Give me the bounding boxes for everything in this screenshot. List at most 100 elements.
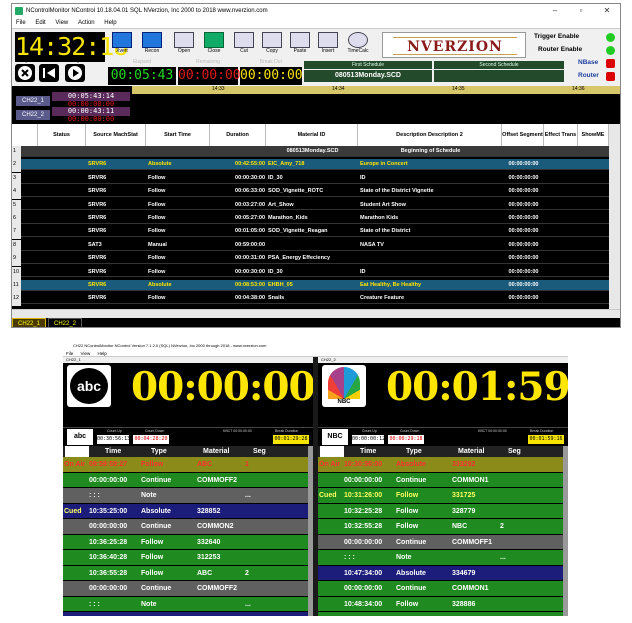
table-row[interactable]: 5 SRVR6 Follow 00:03:27:00 Art_Show Student A… <box>12 199 609 213</box>
playlist-row[interactable]: : : : Note... <box>318 550 563 566</box>
playlist-row[interactable]: 00:00:00:00 Continue COMMON1 <box>318 472 563 488</box>
minimize-button[interactable]: – <box>542 4 568 18</box>
playlist-row[interactable]: On Air 10:30:56:00 Absolute 333292 <box>318 457 563 473</box>
row-number: 5 <box>12 199 21 213</box>
cell-description: State of the District Vignette <box>360 188 434 195</box>
timeline-ruler: 14:33 14:34 14:35 14:36 <box>132 86 620 94</box>
menu-edit[interactable]: Edit <box>35 20 45 26</box>
vertical-scrollbar[interactable] <box>609 124 620 310</box>
table-row[interactable]: 6 SRVR6 Follow 00:05:27:00 Marathon_Kids Mara… <box>12 213 609 226</box>
cell-material-id: 080513Monday.SCD <box>286 148 339 154</box>
xvert-button[interactable]: Xvert <box>108 31 136 57</box>
second-schedule-value[interactable] <box>434 70 564 82</box>
close-window-button[interactable]: ✕ <box>594 4 620 18</box>
row-type: Follow <box>396 492 419 499</box>
col-offset[interactable]: Offset Segment <box>502 124 544 146</box>
playlist-row[interactable]: 00:00:00:00 Continue COMMOFF2 <box>63 581 308 597</box>
table-row[interactable]: 1 080513Monday.SCD Beginning of Schedule <box>12 146 609 159</box>
playlist-row[interactable]: 10:32:25:28 Follow 328779 <box>318 503 563 519</box>
playlist-row[interactable]: 10:36:55:28 Follow ABC 2 <box>63 565 308 581</box>
playlist-row[interactable]: On Air 09:59:59:27 Follow ABC 1 <box>63 457 308 473</box>
table-row[interactable]: 2 SRVR6 Absolute 00:42:55:00 EIC_Amy_718 Euro… <box>12 159 609 173</box>
playlist-row[interactable]: 00:00:00:00 Continue COMMOFF1 <box>318 534 563 550</box>
playlist-row[interactable]: 00:00:00:00 Continue COMMON1 <box>318 581 563 597</box>
bottom-menu-help[interactable]: Help <box>97 351 106 356</box>
cell-duration: 00:03:27:00 <box>235 201 265 208</box>
playlist-row[interactable]: 10:36:40:28 Follow 312253 <box>63 550 308 566</box>
table-row[interactable]: 3 SRVR6 Follow 00:00:30:00 ID_30 ID 00:00:00:0… <box>12 172 609 186</box>
timecalc-button[interactable]: TimeCalc <box>344 31 372 57</box>
timeline-channel-1[interactable]: CH22_1 <box>16 96 50 106</box>
playlist-row[interactable]: 10:49:04:00 Follow NBC 3 <box>318 612 563 616</box>
playlist-scrollbar[interactable] <box>308 446 313 616</box>
horizontal-scrollbar[interactable] <box>12 309 620 318</box>
first-schedule-label: First Schedule <box>304 61 432 69</box>
table-row[interactable]: 8 SAT3 Manual 00:59:00:00 NASA TV 00:00:00:00 <box>12 239 609 253</box>
nbc-logo: NBC <box>322 365 366 407</box>
copy-button[interactable]: Copy <box>258 31 286 57</box>
nbase-indicator <box>606 59 615 68</box>
playlist-row[interactable]: 10:46:14:00 Absolute 365515 <box>63 612 308 616</box>
playlist-row[interactable]: : : : Note... <box>63 488 308 504</box>
close-button[interactable]: Close <box>200 31 228 57</box>
cue-button[interactable] <box>39 64 59 82</box>
menu-action[interactable]: Action <box>78 20 95 26</box>
row-type: Follow <box>141 461 164 468</box>
first-schedule-value[interactable]: 080513Monday.SCD <box>304 70 432 82</box>
playlist-row[interactable]: : : : Note... <box>63 596 308 612</box>
col-source[interactable]: Source MachStat <box>86 124 146 146</box>
trigger-enable-indicator[interactable] <box>606 33 615 42</box>
cell-description: Creature Feature <box>360 295 405 302</box>
table-row[interactable]: 10 SRVR6 Follow 00:00:30:00 ID_30 ID 00:00:00:… <box>12 266 609 280</box>
open-button[interactable]: Open <box>170 31 198 57</box>
tab-ch22-2[interactable]: CH22_2 <box>48 318 82 327</box>
menu-bar: File Edit View Action Help <box>12 18 620 29</box>
col-effect[interactable]: Effect Trans <box>544 124 578 146</box>
stop-button[interactable] <box>15 64 35 82</box>
playlist-scrollbar[interactable] <box>563 446 568 616</box>
row-seg: ... <box>245 600 251 608</box>
tab-ch22-1[interactable]: CH22_1 <box>12 318 46 327</box>
row-number: 6 <box>12 213 21 226</box>
paste-button[interactable]: Paste <box>286 31 314 57</box>
row-time: 00:00:00:00 <box>89 585 128 592</box>
playlist-row[interactable]: 10:32:55:28 Follow NBC 2 <box>318 519 563 535</box>
playlist-row[interactable]: 10:36:25:28 Follow 332640 <box>63 534 308 550</box>
row-material: COMMOFF1 <box>452 538 493 546</box>
mini-nbc-logo: NBC <box>322 429 348 445</box>
playlist-row[interactable]: 10:48:34:00 Follow 328886 <box>318 596 563 612</box>
col-duration[interactable]: Duration <box>210 124 266 146</box>
insert-button[interactable]: Insert <box>314 31 342 57</box>
break-duration: 00:01:59:16 <box>528 435 564 444</box>
router-enable-indicator[interactable] <box>606 46 615 55</box>
cut-button[interactable]: Cut <box>230 31 258 57</box>
playlist-row[interactable]: 00:00:00:00 Continue COMMON2 <box>63 519 308 535</box>
playlist-row[interactable]: 00:00:00:00 Continue COMMOFF2 <box>63 472 308 488</box>
col-status[interactable]: Status <box>38 124 86 146</box>
col-showme[interactable]: ShowME <box>578 124 609 146</box>
row-status: On Air <box>64 461 86 468</box>
cell-duration: 00:42:55:00 <box>235 161 265 168</box>
play-button[interactable] <box>65 64 85 82</box>
col-description[interactable]: Description Description 2 <box>358 124 502 146</box>
menu-help[interactable]: Help <box>104 20 116 26</box>
table-row[interactable]: 11 SRVR6 Absolute 00:08:53:00 EHBH_05 Eat Hea… <box>12 280 609 293</box>
playlist-row[interactable]: Cued 10:31:26:00 Follow 331725 <box>318 488 563 504</box>
bottom-menu-view[interactable]: View <box>81 351 91 356</box>
row-time: 10:30:56:00 <box>344 461 383 468</box>
menu-file[interactable]: File <box>16 20 26 26</box>
playlist-row[interactable]: Cued 10:35:25:00 Absolute 328852 <box>63 503 308 519</box>
table-row[interactable]: 7 SRVR6 Follow 00:01:05:00 SOD_Vignette_Reag… <box>12 226 609 240</box>
playlist-row[interactable]: 10:47:34:00 Absolute 334679 <box>318 565 563 581</box>
table-row[interactable]: 12 SRVR6 Follow 00:04:38:00 Snails Creature F… <box>12 293 609 307</box>
col-start-time[interactable]: Start Time <box>146 124 210 146</box>
menu-view[interactable]: View <box>55 20 68 26</box>
timeline-channel-2[interactable]: CH22_2 <box>16 110 50 120</box>
table-row[interactable]: 4 SRVR6 Follow 00:06:33:00 SOD_Vignette_ROTC… <box>12 186 609 200</box>
bottom-menu-file[interactable]: File <box>66 351 73 356</box>
cell-start-time: Follow <box>148 295 166 302</box>
recon-button[interactable]: Recon <box>138 31 166 57</box>
col-material-id[interactable]: Material ID <box>266 124 358 146</box>
table-row[interactable]: 9 SRVR6 Follow 00:00:31:00 PSA_Energy Effeci… <box>12 253 609 267</box>
maximize-button[interactable]: ▫ <box>568 4 594 18</box>
